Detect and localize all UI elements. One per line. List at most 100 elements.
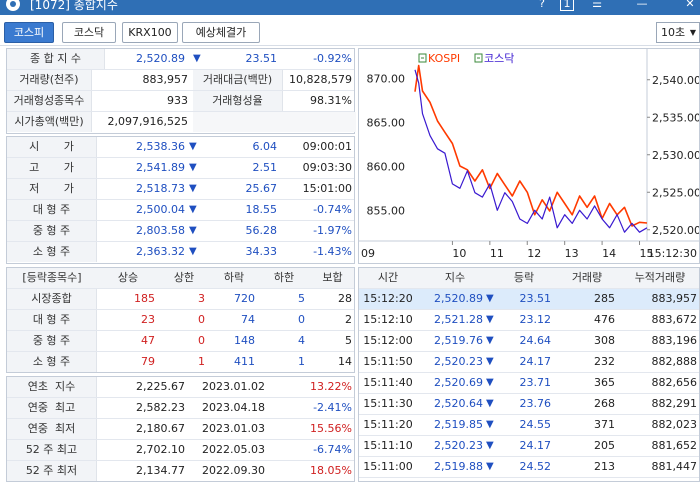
tab-expected-price[interactable]: 예상체결가 [182, 22, 260, 43]
amount-value: 10,828,579 [289, 73, 352, 86]
tick-volume: 268 [594, 397, 615, 410]
updown-up: 79 [141, 355, 155, 368]
ohlc-row: 대 형 주 2,500.04 ▼ 18.55 -0.74% [7, 200, 354, 221]
table-row[interactable]: 15:11:20 2,519.85 ▼ 24.55 371 882,023 [359, 415, 699, 436]
updown-col-2: 상한 [173, 271, 195, 284]
table-row[interactable]: 15:12:00 2,519.76 ▼ 24.64 308 883,196 [359, 331, 699, 352]
ohlc-value: 2,803.58 [136, 224, 185, 237]
updown-flat: 2 [345, 313, 352, 326]
ohlc-change: 18.55 [245, 203, 278, 216]
tab-krx100[interactable]: KRX100 [122, 22, 178, 43]
close-button[interactable]: ✕ [683, 0, 697, 11]
updown-downlimit: 5 [298, 292, 305, 305]
minimize-button[interactable]: — [635, 0, 649, 11]
x-axis-tick-label: 13 [565, 247, 579, 260]
yearly-date: 2023.04.18 [202, 401, 265, 414]
down-arrow-icon: ▼ [486, 314, 494, 325]
updown-flat: 28 [338, 292, 352, 305]
ohlc-label: 소 형 주 [7, 242, 97, 262]
updown-uplimit: 0 [198, 313, 205, 326]
ohlc-label: 대 형 주 [7, 200, 97, 220]
yearly-date: 2022.09.30 [202, 464, 265, 477]
help-button[interactable]: ? [535, 0, 549, 11]
updown-uplimit: 0 [198, 334, 205, 347]
right-axis-tick-label: 2,520.00 [652, 224, 699, 237]
tick-index: 2,519.76 [434, 334, 483, 347]
market-tab-bar: 코스피 코스닥 KRX100 예상체결가 10초 ▼ [0, 15, 700, 46]
tab-kosdaq[interactable]: 코스닥 [62, 22, 116, 43]
yearly-value: 2,702.10 [136, 443, 185, 456]
tick-index: 2,521.28 [434, 313, 483, 326]
down-arrow-icon: ▼ [486, 356, 494, 367]
link-number-button[interactable]: 1 [560, 0, 574, 11]
table-row[interactable]: 15:12:10 2,521.28 ▼ 23.12 476 883,672 [359, 310, 699, 331]
x-axis-tick-label: 11 [490, 247, 504, 260]
ohlc-row: 저 가 2,518.73 ▼ 25.67 15:01:00 [7, 179, 354, 200]
table-row[interactable]: 15:12:20 2,520.89 ▼ 23.51 285 883,957 [359, 289, 699, 310]
index-value: 2,520.89 [136, 52, 185, 65]
ohlc-value: 2,541.89 [136, 161, 185, 174]
ohlc-value: 2,500.04 [136, 203, 185, 216]
updown-row: 시장종합 185 3 720 5 28 [7, 289, 354, 310]
tick-index: 2,520.69 [434, 376, 483, 389]
ohlc-panel: 시 가 2,538.36 ▼ 6.04 09:00:01 고 가 2,541.89 ▼ 2.51… [6, 136, 355, 264]
yearly-pct: -6.74% [313, 443, 352, 456]
form-rate-value: 98.31% [310, 94, 352, 107]
table-row[interactable]: 15:11:50 2,520.23 ▼ 24.17 232 882,888 [359, 352, 699, 373]
down-arrow-icon: ▼ [486, 440, 494, 451]
yearly-row: 연초 지수 2,225.67 2023.01.02 13.22% [7, 377, 354, 398]
down-arrow-icon: ▼ [486, 293, 494, 304]
ticks-col-time: 시간 [377, 271, 399, 284]
interval-select[interactable]: 10초 ▼ [656, 22, 700, 43]
table-row[interactable]: 15:11:00 2,519.88 ▼ 24.52 213 881,447 [359, 457, 699, 478]
tick-time: 15:11:30 [363, 397, 413, 410]
updown-down: 148 [234, 334, 255, 347]
ohlc-row: 시 가 2,538.36 ▼ 6.04 09:00:01 [7, 137, 354, 158]
tick-cum: 883,672 [651, 313, 698, 326]
ohlc-change: 34.33 [245, 245, 278, 258]
updown-row: 중 형 주 47 0 148 4 5 [7, 331, 354, 352]
tick-time: 15:11:20 [363, 418, 413, 431]
tick-volume: 365 [594, 376, 615, 389]
ohlc-extra: 15:01:00 [302, 182, 352, 195]
mcap-value: 2,097,916,525 [107, 115, 188, 128]
table-row[interactable]: 15:11:30 2,520.64 ▼ 23.76 268 882,291 [359, 394, 699, 415]
yearly-date: 2023.01.02 [202, 380, 265, 393]
menu-icon[interactable]: ☰ [590, 0, 604, 11]
down-arrow-icon: ▼ [193, 53, 201, 64]
down-arrow-icon: ▼ [189, 141, 197, 152]
tick-change: 23.51 [519, 292, 552, 305]
tick-volume: 285 [594, 292, 615, 305]
tab-kospi[interactable]: 코스피 [4, 22, 54, 43]
tick-volume: 205 [594, 439, 615, 452]
updown-label: 시장종합 [7, 289, 97, 309]
tick-time: 15:12:10 [363, 313, 413, 326]
right-axis-tick-label: 2,540.00 [652, 74, 699, 87]
x-axis-tick-label: 15:12:30 [648, 247, 697, 260]
tick-time: 15:11:10 [363, 439, 413, 452]
tick-change: 23.76 [519, 397, 552, 410]
yearly-value: 2,180.67 [136, 422, 185, 435]
window-titlebar: [1072] 종합지수 ? 1 ☰ — ✕ [0, 0, 700, 15]
down-arrow-icon: ▼ [189, 246, 197, 257]
yearly-pct: 13.22% [310, 380, 352, 393]
yearly-date: 2023.01.03 [202, 422, 265, 435]
ohlc-value: 2,363.32 [136, 245, 185, 258]
tick-time: 15:11:00 [363, 460, 413, 473]
tick-volume: 213 [594, 460, 615, 473]
ohlc-value: 2,518.73 [136, 182, 185, 195]
updown-header: [등락종목수] 상승 상한 하락 하한 보합 [7, 268, 354, 289]
x-axis-tick-label: 14 [602, 247, 616, 260]
updown-uplimit: 3 [198, 292, 205, 305]
updown-col-0: [등락종목수] [22, 271, 82, 284]
ohlc-change: 2.51 [252, 161, 278, 174]
ticks-col-volume: 거래량 [571, 271, 603, 284]
left-axis-tick-label: 855.00 [367, 204, 406, 217]
yearly-value: 2,582.23 [136, 401, 185, 414]
table-row[interactable]: 15:11:40 2,520.69 ▼ 23.71 365 882,656 [359, 373, 699, 394]
ohlc-row: 소 형 주 2,363.32 ▼ 34.33 -1.43% [7, 242, 354, 263]
tick-volume: 476 [594, 313, 615, 326]
intraday-chart: 870.00 865.00 860.00 855.00 2,540.00 2,535.0… [358, 48, 700, 264]
yearly-pct: -2.41% [313, 401, 352, 414]
table-row[interactable]: 15:11:10 2,520.23 ▼ 24.17 205 881,652 [359, 436, 699, 457]
